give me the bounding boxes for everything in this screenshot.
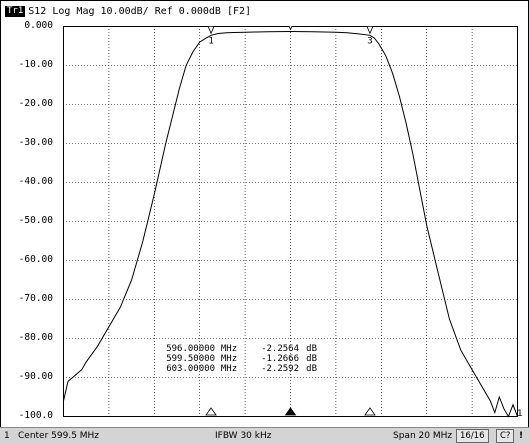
trace-tag[interactable]: Tr1 xyxy=(5,5,26,17)
span-frequency[interactable]: Span 20 MHz xyxy=(393,431,452,441)
y-tick-label: -20.00 xyxy=(18,98,53,109)
marker-3-label: 3 xyxy=(367,36,372,46)
y-tick-label: -50.00 xyxy=(18,215,53,226)
y-tick-label: -90.00 xyxy=(18,371,53,382)
if-bandwidth[interactable]: IFBW 30 kHz xyxy=(215,431,271,441)
y-tick-label: -40.00 xyxy=(18,176,53,187)
status-bar: 1 Center 599.5 MHz IFBW 30 kHz Span 20 M… xyxy=(0,427,529,444)
y-tick-label: -60.00 xyxy=(18,254,53,265)
trace-title: S12 Log Mag 10.00dB/ Ref 0.000dB [F2] xyxy=(28,5,252,17)
trace-header[interactable]: Tr1 S12 Log Mag 10.00dB/ Ref 0.000dB [F2… xyxy=(5,4,251,18)
marker-group: 123 xyxy=(207,26,374,46)
marker-readout-row: 599.50000 MHz -1.2666 dB xyxy=(166,354,317,364)
y-tick-label: -30.00 xyxy=(18,137,53,148)
marker-3-triangle xyxy=(366,26,374,35)
y-tick-label: -80.00 xyxy=(18,332,53,343)
y-tick-label: -100.0 xyxy=(18,410,53,421)
points-indicator[interactable]: 16/16 xyxy=(456,429,489,443)
y-tick-label: -70.00 xyxy=(18,293,53,304)
vna-display: Tr1 S12 Log Mag 10.00dB/ Ref 0.000dB [F2… xyxy=(0,0,529,443)
marker-readout-row: 603.00000 MHz -2.2592 dB xyxy=(166,364,317,374)
bottom-marker-2-triangle xyxy=(284,407,297,416)
marker-readout-row: 596.00000 MHz -2.2564 dB xyxy=(166,344,317,354)
cal-status[interactable]: C? xyxy=(496,429,515,443)
marker-readout-table: 596.00000 MHz -2.2564 dB 599.50000 MHz -… xyxy=(137,344,317,374)
marker-1-triangle xyxy=(207,26,215,35)
channel-indicator[interactable]: 1 xyxy=(4,431,10,441)
marker-1-label: 1 xyxy=(208,36,213,46)
center-frequency[interactable]: Center 599.5 MHz xyxy=(18,431,99,441)
y-tick-label: -10.00 xyxy=(18,59,53,70)
bottom-marker-group xyxy=(205,407,376,416)
bottom-marker-3-triangle xyxy=(364,407,376,416)
right-marker-label: 1 xyxy=(517,409,523,419)
y-tick-label: 0.000 xyxy=(24,20,53,31)
bottom-marker-1-triangle xyxy=(205,407,217,416)
warning-indicator[interactable]: ! xyxy=(519,431,523,441)
